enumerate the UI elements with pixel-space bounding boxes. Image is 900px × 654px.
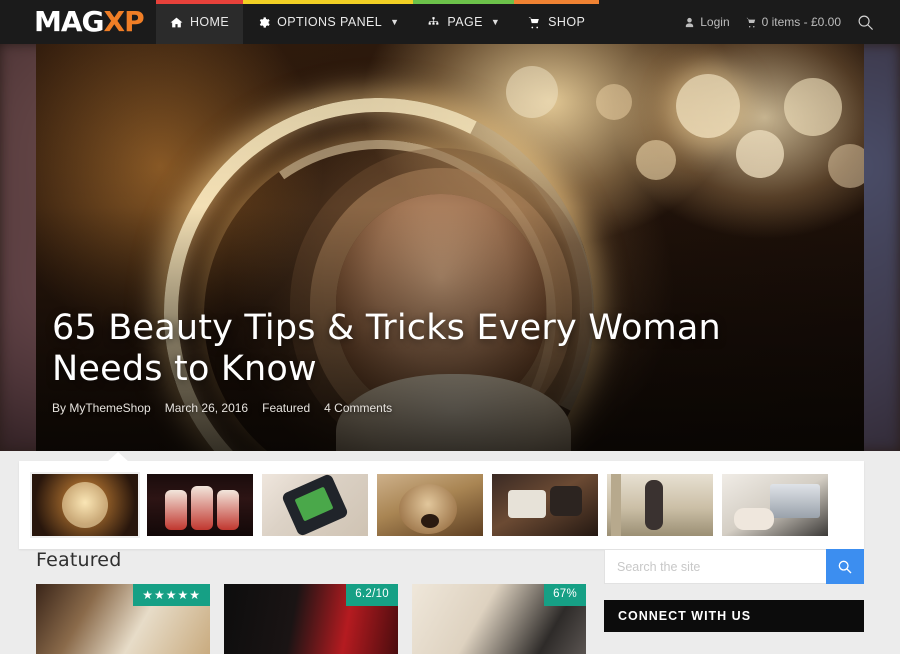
sidebar: Connect With Us (604, 549, 864, 654)
thumbnail-item[interactable] (262, 474, 368, 536)
featured-card-1[interactable]: ★★★★★ (36, 584, 210, 654)
nav-item-options-panel-label: Options Panel (277, 15, 383, 29)
site-logo[interactable]: MAGXP (0, 0, 156, 44)
connect-with-us-widget: Connect With Us (604, 600, 864, 632)
chevron-down-icon: ▼ (490, 17, 501, 27)
featured-cards: ★★★★★ 6.2/10 67% (36, 584, 586, 654)
nav-item-options-panel[interactable]: Options Panel ▼ (243, 0, 414, 44)
cart-icon (528, 16, 539, 28)
page-content: Featured ★★★★★ 6.2/10 67% Search the sit… (0, 549, 900, 654)
cart-label: 0 items - £0.00 (761, 15, 841, 29)
cart-summary[interactable]: 0 items - £0.00 (746, 15, 841, 29)
nav-item-page[interactable]: Page ▼ (413, 0, 514, 44)
main-column: Featured ★★★★★ 6.2/10 67% (36, 549, 586, 654)
search-icon (838, 560, 852, 573)
login-label: Login (700, 15, 730, 29)
hero-meta-category[interactable]: Featured (262, 401, 310, 415)
thumbnail-item[interactable] (30, 472, 140, 538)
logo-accent: XP (103, 5, 145, 38)
hero-meta-comments[interactable]: 4 Comments (324, 401, 392, 415)
thumbnail-strip (19, 452, 864, 549)
nav-item-shop[interactable]: Shop (514, 0, 600, 44)
thumbnail-item[interactable] (607, 474, 713, 536)
featured-card-3[interactable]: 67% (412, 584, 586, 654)
nav-item-page-label: Page (447, 15, 483, 29)
search-input[interactable] (604, 549, 826, 584)
hero-title[interactable]: 65 Beauty Tips & Tricks Every Woman Need… (52, 308, 840, 390)
login-link[interactable]: Login (684, 15, 730, 29)
cart-icon (746, 17, 755, 27)
chevron-down-icon: ▼ (390, 17, 400, 27)
widget-title: Connect With Us (604, 600, 864, 632)
nav-item-shop-label: Shop (548, 15, 586, 29)
status-badge: 67% (544, 584, 586, 606)
thumbnail-item[interactable] (377, 474, 483, 536)
strip-pointer-arrow (107, 452, 129, 462)
nav-item-home-label: Home (190, 15, 230, 29)
status-badge: 6.2/10 (346, 584, 398, 606)
nav-item-home[interactable]: Home (156, 0, 244, 44)
sidebar-search (604, 549, 864, 584)
home-icon (170, 17, 183, 27)
header-utilities: Login 0 items - £0.00 (684, 0, 900, 44)
hero-meta-date: March 26, 2016 (164, 401, 249, 415)
search-icon[interactable] (857, 14, 874, 31)
hero-meta-author[interactable]: By MyThemeShop (52, 401, 151, 415)
logo-text: MAGXP (34, 5, 145, 38)
featured-card-2[interactable]: 6.2/10 (224, 584, 398, 654)
hero-caption: 65 Beauty Tips & Tricks Every Woman Need… (52, 308, 840, 415)
gear-icon (259, 16, 270, 28)
rating-stars: ★★★★★ (142, 588, 201, 602)
logo-primary: MAG (34, 5, 105, 38)
thumbnail-item[interactable] (147, 474, 253, 536)
status-badge: ★★★★★ (133, 584, 210, 606)
hero-meta: By MyThemeShop March 26, 2016 Featured 4… (52, 401, 840, 415)
sitemap-icon (429, 16, 439, 25)
main-navigation: Home Options Panel ▼ Page ▼ Shop (156, 0, 600, 44)
search-submit-button[interactable] (826, 549, 864, 584)
page-title: Featured (36, 549, 122, 571)
user-icon (686, 17, 694, 27)
hero-slider[interactable]: 65 Beauty Tips & Tricks Every Woman Need… (0, 44, 900, 451)
site-header: MAGXP Home Options Panel ▼ Page ▼ Shop L… (0, 0, 900, 44)
thumbnail-item[interactable] (722, 474, 828, 536)
thumbnail-item[interactable] (492, 474, 598, 536)
